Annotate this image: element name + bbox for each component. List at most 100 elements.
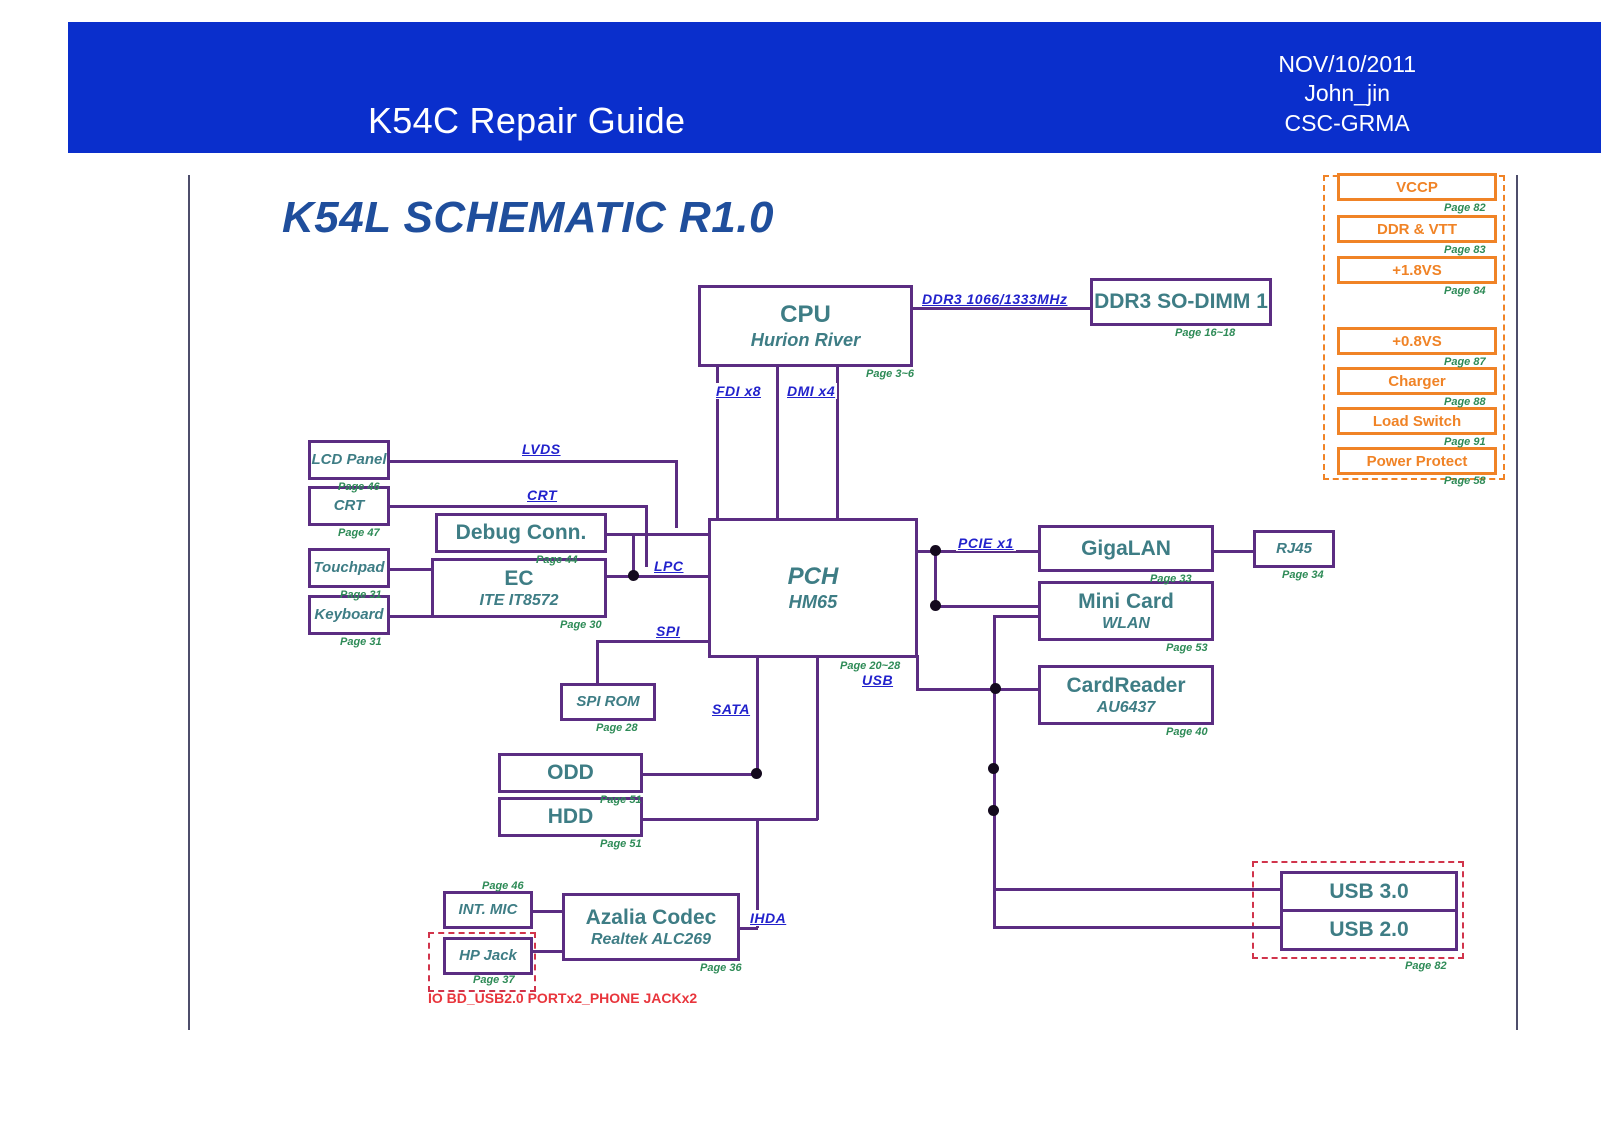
- wire-lvds: [388, 460, 678, 463]
- header-org: CSC-GRMA: [1284, 109, 1410, 136]
- wire-spi: [596, 640, 712, 643]
- page-label-loadsw: Page 91: [1444, 436, 1486, 448]
- wire-sata-hdd: [640, 818, 818, 821]
- header-author: John_jin: [1304, 80, 1390, 107]
- block-usb20-label: USB 2.0: [1329, 918, 1409, 942]
- block-minicard-label: Mini Card: [1078, 589, 1174, 613]
- block-ec-label: EC: [504, 566, 534, 590]
- block-odd[interactable]: ODD: [498, 753, 643, 793]
- page-label-lcd: Page 46: [338, 481, 380, 493]
- bus-label-usb: USB: [860, 672, 896, 688]
- block-hpjack-label: HP Jack: [459, 946, 517, 964]
- page-label-ddrvtt: Page 83: [1444, 244, 1486, 256]
- wire-keyboard-ec: [388, 615, 436, 618]
- power-rail-vccp-label: VCCP: [1396, 178, 1438, 196]
- page-label-usb: Page 82: [1405, 960, 1447, 972]
- block-cpu[interactable]: CPU Hurion River: [698, 285, 913, 367]
- junction-usb: [990, 683, 1001, 694]
- wire-usb2: [993, 926, 1293, 929]
- page-label-vccp: Page 82: [1444, 202, 1486, 214]
- block-usb30[interactable]: USB 3.0: [1280, 871, 1458, 913]
- power-rail-power-protect[interactable]: Power Protect: [1337, 447, 1497, 475]
- bus-label-dmi: DMI x4: [785, 383, 838, 399]
- block-pch-sublabel: HM65: [788, 591, 838, 613]
- wire-usb2-down: [993, 888, 996, 928]
- power-rail-load-switch[interactable]: Load Switch: [1337, 407, 1497, 435]
- power-rail-1v8[interactable]: +1.8VS: [1337, 256, 1497, 284]
- block-minicard-sublabel: WLAN: [1102, 614, 1150, 632]
- block-azalia-sublabel: Realtek ALC269: [591, 930, 711, 948]
- page-label-cpu: Page 3~6: [866, 368, 915, 380]
- block-mini-card[interactable]: Mini Card WLAN: [1038, 581, 1214, 641]
- power-rail-ddr-vtt[interactable]: DDR & VTT: [1337, 215, 1497, 243]
- power-rail-charger[interactable]: Charger: [1337, 367, 1497, 395]
- block-cardreader[interactable]: CardReader AU6437: [1038, 665, 1214, 725]
- block-crt-label: CRT: [333, 496, 365, 514]
- power-rail-0v8[interactable]: +0.8VS: [1337, 327, 1497, 355]
- page-label-rj45: Page 34: [1282, 569, 1324, 581]
- page-label-azalia: Page 36: [700, 962, 742, 974]
- page-label-protect: Page 58: [1444, 475, 1486, 487]
- wire-hpjack-azalia: [532, 950, 562, 953]
- page-label-v18: Page 84: [1444, 285, 1486, 297]
- block-touchpad-label: Touchpad: [313, 558, 385, 576]
- block-ddr3-sodimm[interactable]: DDR3 SO-DIMM 1: [1090, 278, 1272, 326]
- block-spi-rom[interactable]: SPI ROM: [560, 683, 656, 721]
- block-gigalan-label: GigaLAN: [1081, 536, 1171, 560]
- wire-cpu-sodimm: [912, 307, 1092, 310]
- page-label-v08: Page 87: [1444, 356, 1486, 368]
- power-rail-load-switch-label: Load Switch: [1372, 412, 1462, 430]
- block-odd-label: ODD: [547, 761, 594, 785]
- wire-touchpad-ec: [388, 568, 436, 571]
- block-lcd-panel[interactable]: LCD Panel: [308, 440, 390, 480]
- block-usb30-label: USB 3.0: [1329, 880, 1409, 904]
- block-ec[interactable]: EC ITE IT8572: [431, 558, 607, 618]
- bus-label-ddr3: DDR3 1066/1333MHz: [920, 291, 1070, 307]
- page-label-touchpad: Page 31: [340, 589, 382, 601]
- block-touchpad[interactable]: Touchpad: [308, 548, 390, 588]
- block-keyboard[interactable]: Keyboard: [308, 595, 390, 635]
- block-cpu-label: CPU: [780, 300, 831, 328]
- block-cardreader-sublabel: AU6437: [1096, 698, 1156, 716]
- block-gigalan[interactable]: GigaLAN: [1038, 525, 1214, 572]
- block-usb20[interactable]: USB 2.0: [1280, 909, 1458, 951]
- block-hp-jack[interactable]: HP Jack: [443, 937, 533, 975]
- wire-pcie-down: [934, 550, 937, 605]
- block-pch[interactable]: PCH HM65: [708, 518, 918, 658]
- page-title: K54C Repair Guide: [368, 100, 686, 141]
- block-debug-conn[interactable]: Debug Conn.: [435, 513, 607, 553]
- block-rj45[interactable]: RJ45: [1253, 530, 1335, 568]
- page-label-gigalan: Page 33: [1150, 573, 1192, 585]
- page-label-debug: Page 44: [536, 554, 578, 566]
- wire-lpc-up: [632, 533, 635, 575]
- power-rail-ddr-vtt-label: DDR & VTT: [1377, 220, 1457, 238]
- bus-label-spi: SPI: [654, 623, 683, 639]
- wire-ihda: [738, 927, 758, 930]
- block-lcd-label: LCD Panel: [311, 450, 387, 468]
- block-azalia-codec[interactable]: Azalia Codec Realtek ALC269: [562, 893, 740, 961]
- io-board-note: IO BD_USB2.0 PORTx2_PHONE JACKx2: [428, 990, 698, 1006]
- power-rail-charger-label: Charger: [1388, 372, 1446, 390]
- bus-label-lvds: LVDS: [520, 441, 563, 457]
- wire-pcie-minicard: [934, 605, 1040, 608]
- page-label-hdd: Page 51: [600, 838, 642, 850]
- header-meta: NOV/10/2011 John_jin CSC-GRMA: [1278, 50, 1416, 138]
- slide-page: K54C Repair Guide NOV/10/2011 John_jin C…: [0, 0, 1601, 1132]
- page-label-odd: Page 51: [600, 794, 642, 806]
- junction-pcie: [930, 545, 941, 556]
- wire-usb-down: [916, 655, 919, 691]
- block-int-mic[interactable]: INT. MIC: [443, 891, 533, 929]
- power-rail-vccp[interactable]: VCCP: [1337, 173, 1497, 201]
- wire-crt: [388, 505, 648, 508]
- wire-sata-b: [816, 655, 819, 820]
- wire-sata-a: [756, 655, 759, 775]
- bus-label-fdi: FDI x8: [714, 383, 764, 399]
- block-rj45-label: RJ45: [1276, 539, 1312, 557]
- page-label-intmic: Page 46: [482, 880, 524, 892]
- bus-label-ihda: IHDA: [748, 910, 789, 926]
- block-hdd-label: HDD: [547, 805, 594, 829]
- junction-lpc: [628, 570, 639, 581]
- block-cardreader-label: CardReader: [1066, 673, 1186, 697]
- wire-gigalan-rj45: [1212, 550, 1254, 553]
- power-rail-0v8-label: +0.8VS: [1392, 332, 1442, 350]
